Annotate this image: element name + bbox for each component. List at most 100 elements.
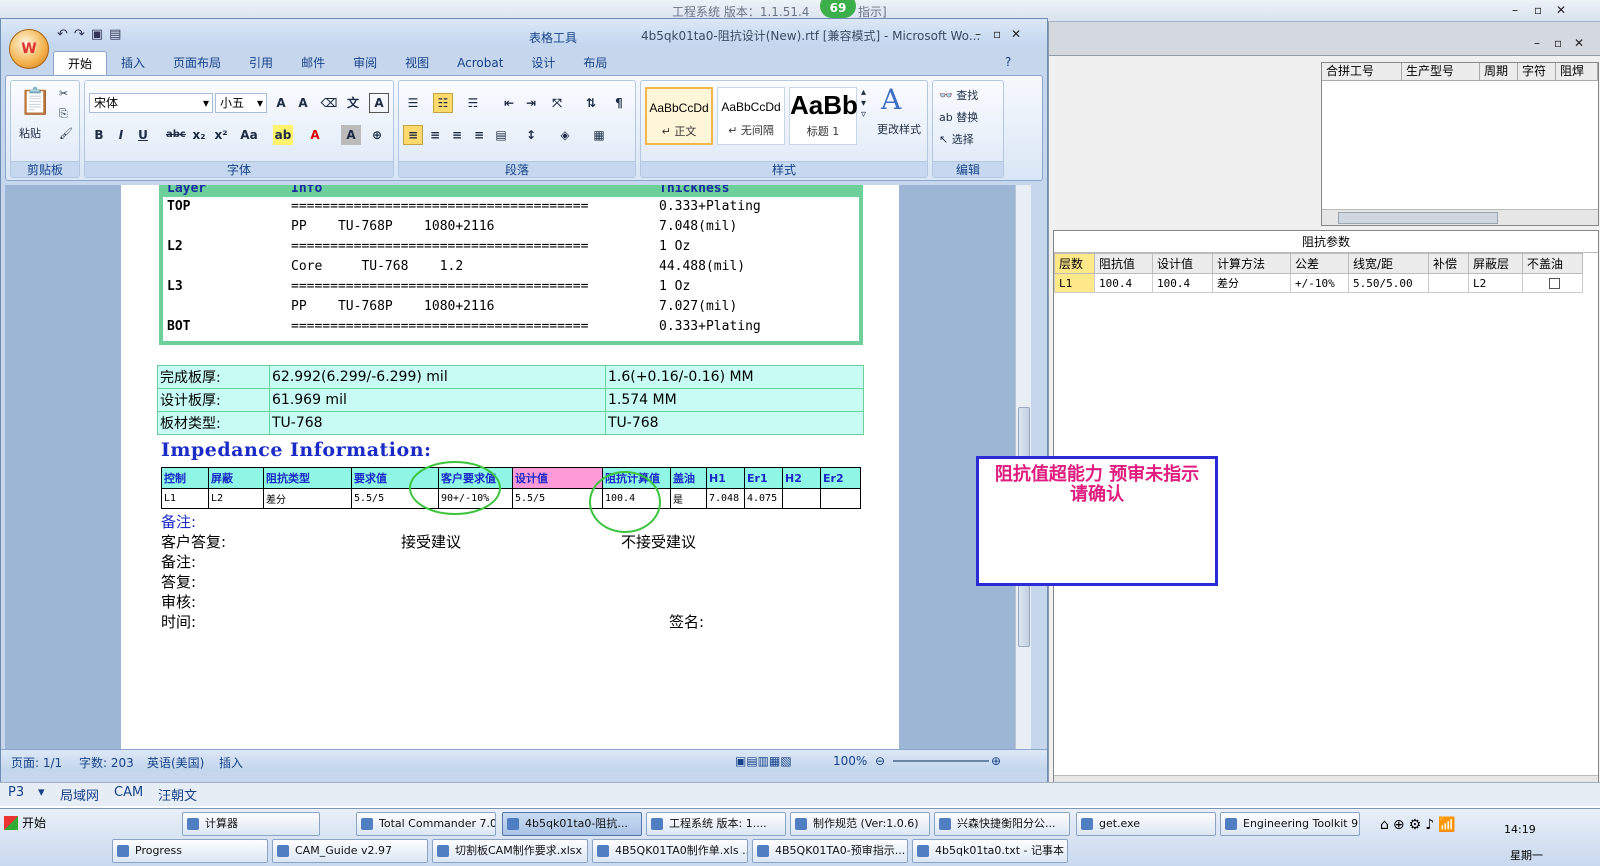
taskbar-item[interactable]: get.exe [1076,812,1216,836]
superscript-icon[interactable]: x² [211,125,231,145]
shading-icon[interactable]: ◈ [555,125,575,145]
chevron-down-icon[interactable]: ▾ [257,94,263,112]
taskbar-item[interactable]: 4b5qk01ta0.txt - 记事本 [912,839,1068,863]
style-normal[interactable]: AaBbCcDd ↵ 正文 [645,87,713,145]
col-compensation[interactable]: 补偿 [1428,253,1469,274]
tab-design[interactable]: 设计 [517,51,569,75]
tab-mailings[interactable]: 邮件 [287,51,339,75]
col-tolerance[interactable]: 公差 [1290,253,1349,274]
taskbar-item[interactable]: CAM_Guide v2.97 [272,839,428,863]
increase-indent-icon[interactable]: ⇥ [521,93,541,113]
impedance-param-table[interactable]: 层数 阻抗值 设计值 计算方法 公差 线宽/距 补偿 屏蔽层 不盖油 L1 10… [1054,253,1583,293]
tab-review[interactable]: 审阅 [339,51,391,75]
decrease-indent-icon[interactable]: ⇤ [499,93,519,113]
merge-job-grid[interactable]: 合拼工号 生产型号 周期 字符 阻焊 [1321,62,1599,226]
taskbar-item[interactable]: 计算器 [182,812,320,836]
taskbar-item[interactable]: 切割板CAM制作要求.xlsx [432,839,588,863]
tab-insert[interactable]: 插入 [107,51,159,75]
underline-icon[interactable]: U [133,125,153,145]
strikethrough-icon[interactable]: abc [165,125,186,145]
page-indicator[interactable]: 页面: 1/1 [11,754,62,771]
change-case-icon[interactable]: Aa [235,125,263,145]
cell[interactable]: L2 [1468,273,1523,293]
tray-icon[interactable]: ⊕ [1393,817,1409,833]
copy-icon[interactable]: ⎘ [59,107,68,121]
p3-dropdown[interactable]: P3 [8,785,24,800]
cell[interactable]: +/-10% [1290,273,1349,293]
tab-layout[interactable]: 布局 [569,51,621,75]
cell[interactable]: 100.4 [1152,273,1213,293]
taskbar-item[interactable]: Engineering Toolkit 9.... [1220,812,1360,836]
redo-icon[interactable]: ↷ [74,27,91,42]
tab-view[interactable]: 视图 [391,51,443,75]
clock[interactable]: 14:19 [1504,823,1536,836]
cell[interactable] [1428,273,1469,293]
help-icon[interactable]: ? [1005,55,1011,69]
outer-close-icon[interactable]: ✕ [1556,3,1566,17]
taskbar-item[interactable]: 4B5QK01TA0制作单.xls ... [592,839,748,863]
zoom-level[interactable]: 100% [833,754,867,768]
word-close-icon[interactable]: ✕ [1011,27,1021,41]
justify-icon[interactable]: ≡ [469,125,489,145]
panel-close-icon[interactable]: ✕ [1574,36,1584,50]
bold-icon[interactable]: B [89,125,109,145]
font-size-combo[interactable]: 小五 ▾ [215,93,267,113]
no-mask-checkbox-cell[interactable] [1522,273,1583,293]
no-mask-checkbox[interactable] [1549,278,1560,289]
style-no-spacing[interactable]: AaBbCcDd ↵ 无间隔 [717,87,785,145]
change-styles-icon[interactable]: A [881,83,901,116]
table-row[interactable]: L1 100.4 100.4 差分 +/-10% 5.50/5.00 L2 [1054,273,1583,293]
grid-col-header[interactable]: 合拼工号 [1322,63,1402,80]
align-center-icon[interactable]: ≡ [425,125,445,145]
panel-restore-icon[interactable]: ▫ [1554,36,1562,50]
shrink-font-icon[interactable]: A [293,93,313,113]
align-right-icon[interactable]: ≡ [447,125,467,145]
enclose-char-icon[interactable]: ⊕ [367,125,387,145]
col-shield[interactable]: 屏蔽层 [1468,253,1523,274]
taskbar-item[interactable]: 工程系统 版本: 1.... [646,812,786,836]
quick-access-toolbar[interactable]: ↶↷▣▤ [57,27,127,42]
sort-icon[interactable]: ⇅ [581,93,601,113]
cell[interactable]: 100.4 [1094,273,1153,293]
undo-icon[interactable]: ↶ [57,27,74,42]
taskbar-item[interactable]: Progress [112,839,268,863]
system-tray[interactable]: ⌂⊕⚙♪📶 [1380,817,1460,833]
multilevel-list-icon[interactable]: ☴ [463,93,483,113]
save-icon[interactable]: ▣ [91,27,109,42]
clear-format-icon[interactable]: ⌫ [319,93,339,113]
cam-button[interactable]: CAM [114,785,143,800]
asian-layout-icon[interactable]: ⤧ [547,93,567,113]
chevron-down-icon[interactable]: ▾ [38,785,45,800]
col-impedance[interactable]: 阻抗值 [1094,253,1153,274]
document-page[interactable]: Layer Info Thickness TOP ================… [121,185,899,751]
change-styles-button[interactable]: 更改样式 [877,121,921,137]
tab-page-layout[interactable]: 页面布局 [159,51,235,75]
line-spacing-icon[interactable]: ↕ [521,125,541,145]
grid-col-header[interactable]: 生产型号 [1402,63,1480,80]
outer-minimize-icon[interactable]: – [1512,3,1518,17]
col-method[interactable]: 计算方法 [1212,253,1291,274]
panel-minimize-icon[interactable]: – [1534,36,1540,50]
lan-button[interactable]: 局域网 [60,785,99,804]
col-layer[interactable]: 层数 [1054,253,1095,274]
borders-icon[interactable]: ▦ [589,125,609,145]
taskbar-item[interactable]: 兴森快捷衡阳分公... [934,812,1070,836]
zoom-out-icon[interactable]: ⊖ [875,754,885,768]
grid-col-header[interactable]: 阻焊 [1556,63,1598,80]
grid-col-header[interactable]: 周期 [1480,63,1518,80]
paste-button[interactable]: 粘贴 [19,125,41,141]
taskbar-item[interactable]: 4b5qk01ta0-阻抗... [502,812,642,836]
find-button[interactable]: 👓 查找 [939,87,978,103]
replace-button[interactable]: ab 替换 [939,109,978,125]
language-indicator[interactable]: 英语(美国) [147,754,204,771]
phonetic-guide-icon[interactable]: 文 [343,93,363,113]
word-count[interactable]: 字数: 203 [79,754,134,771]
char-border-icon[interactable]: A [369,93,389,113]
tray-icon[interactable]: ⚙ [1409,817,1426,833]
bullets-icon[interactable]: ☰ [403,93,423,113]
italic-icon[interactable]: I [111,125,131,145]
col-width-space[interactable]: 线宽/距 [1348,253,1429,274]
font-name-combo[interactable]: 宋体 ▾ [89,93,213,113]
open-icon[interactable]: ▤ [109,27,127,42]
align-left-icon[interactable]: ≡ [403,125,423,145]
